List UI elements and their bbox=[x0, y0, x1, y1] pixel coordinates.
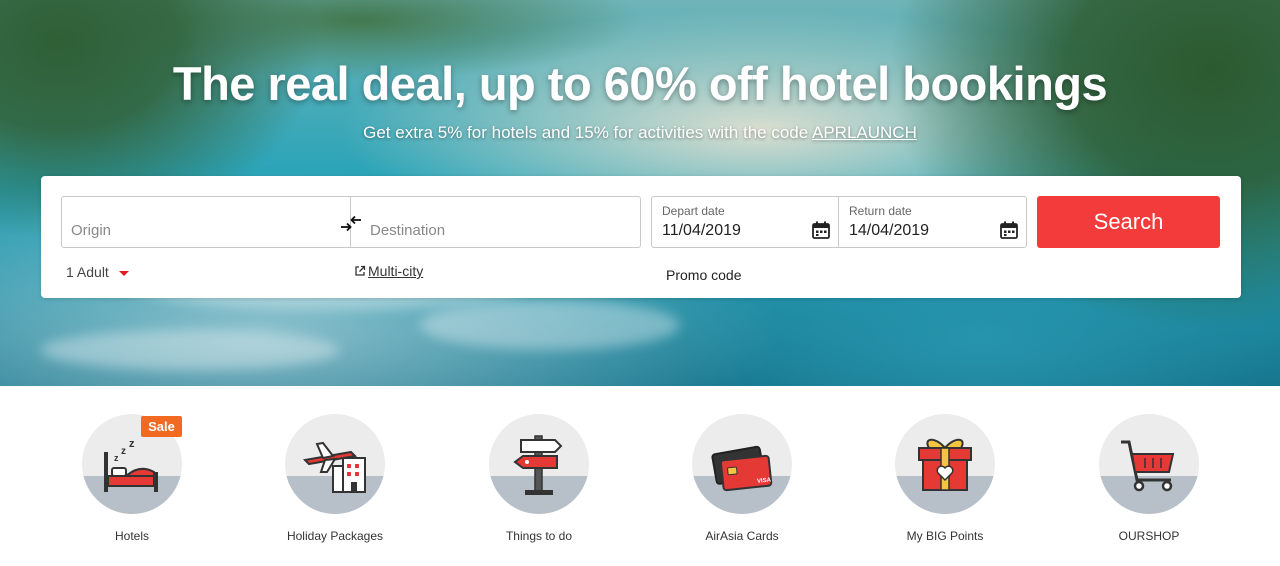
category-label: Things to do bbox=[505, 529, 573, 543]
category-hotels[interactable]: z z z Hotels bbox=[52, 414, 212, 543]
swap-arrows-icon[interactable] bbox=[339, 214, 363, 234]
category-my-big-points[interactable]: My BIG Points bbox=[865, 414, 1025, 543]
external-link-icon bbox=[355, 265, 366, 276]
hero-subtitle: Get extra 5% for hotels and 15% for acti… bbox=[0, 123, 1280, 143]
category-circle bbox=[285, 414, 385, 514]
category-holiday-packages[interactable]: Holiday Packages bbox=[255, 414, 415, 543]
calendar-icon[interactable] bbox=[999, 220, 1019, 240]
depart-date-field[interactable]: Depart date 11/04/2019 bbox=[651, 196, 839, 248]
signpost-icon bbox=[513, 435, 563, 495]
return-date-field[interactable]: Return date 14/04/2019 bbox=[839, 196, 1027, 248]
plane-building-icon bbox=[302, 441, 366, 493]
origin-input[interactable] bbox=[71, 222, 321, 239]
destination-input[interactable] bbox=[370, 222, 620, 239]
category-circle bbox=[895, 414, 995, 514]
category-label: Hotels bbox=[114, 529, 149, 543]
category-label: Holiday Packages bbox=[286, 529, 384, 543]
promo-code-link[interactable]: APRLAUNCH bbox=[812, 123, 917, 142]
return-date-label: Return date bbox=[849, 204, 912, 218]
category-airasia-cards[interactable]: VISA AirAsia Cards bbox=[662, 414, 822, 543]
calendar-icon[interactable] bbox=[811, 220, 831, 240]
search-form: Depart date 11/04/2019 Return date 14/04… bbox=[41, 176, 1241, 298]
shopping-cart-icon bbox=[1121, 440, 1175, 492]
origin-field[interactable] bbox=[61, 196, 351, 248]
multi-city-label: Multi-city bbox=[368, 263, 424, 279]
svg-text:z: z bbox=[129, 438, 135, 450]
hero-subtitle-text: Get extra 5% for hotels and 15% for acti… bbox=[363, 123, 809, 142]
depart-date-value: 11/04/2019 bbox=[662, 222, 741, 239]
passenger-selector[interactable]: 1 Adult bbox=[66, 264, 129, 280]
destination-field[interactable] bbox=[351, 196, 641, 248]
svg-text:z: z bbox=[114, 453, 119, 463]
credit-card-icon: VISA bbox=[711, 445, 773, 492]
category-circle bbox=[489, 414, 589, 514]
depart-date-label: Depart date bbox=[662, 204, 725, 218]
search-button[interactable]: Search bbox=[1037, 196, 1220, 248]
category-circle: VISA bbox=[692, 414, 792, 514]
gift-box-icon bbox=[918, 438, 972, 491]
caret-down-icon bbox=[118, 270, 129, 276]
wave-foam bbox=[40, 330, 340, 370]
category-circle bbox=[1099, 414, 1199, 514]
return-date-value: 14/04/2019 bbox=[849, 222, 930, 239]
category-bar: z z z Hotels Holiday Packages Things to … bbox=[0, 386, 1280, 566]
wave-foam bbox=[420, 300, 680, 350]
category-label: OURSHOP bbox=[1118, 529, 1180, 543]
category-label: My BIG Points bbox=[906, 529, 984, 543]
category-ourshop[interactable]: OURSHOP bbox=[1069, 414, 1229, 543]
hero-title: The real deal, up to 60% off hotel booki… bbox=[172, 57, 1108, 110]
promo-code-toggle[interactable]: Promo code bbox=[666, 267, 741, 283]
category-things-to-do[interactable]: Things to do bbox=[459, 414, 619, 543]
hero-banner: The real deal, up to 60% off hotel booki… bbox=[0, 0, 1280, 386]
category-label: AirAsia Cards bbox=[705, 529, 779, 543]
multi-city-link[interactable]: Multi-city bbox=[354, 263, 423, 279]
passenger-count: 1 Adult bbox=[66, 264, 109, 280]
svg-text:z: z bbox=[121, 446, 126, 457]
sale-badge: Sale bbox=[141, 416, 182, 437]
